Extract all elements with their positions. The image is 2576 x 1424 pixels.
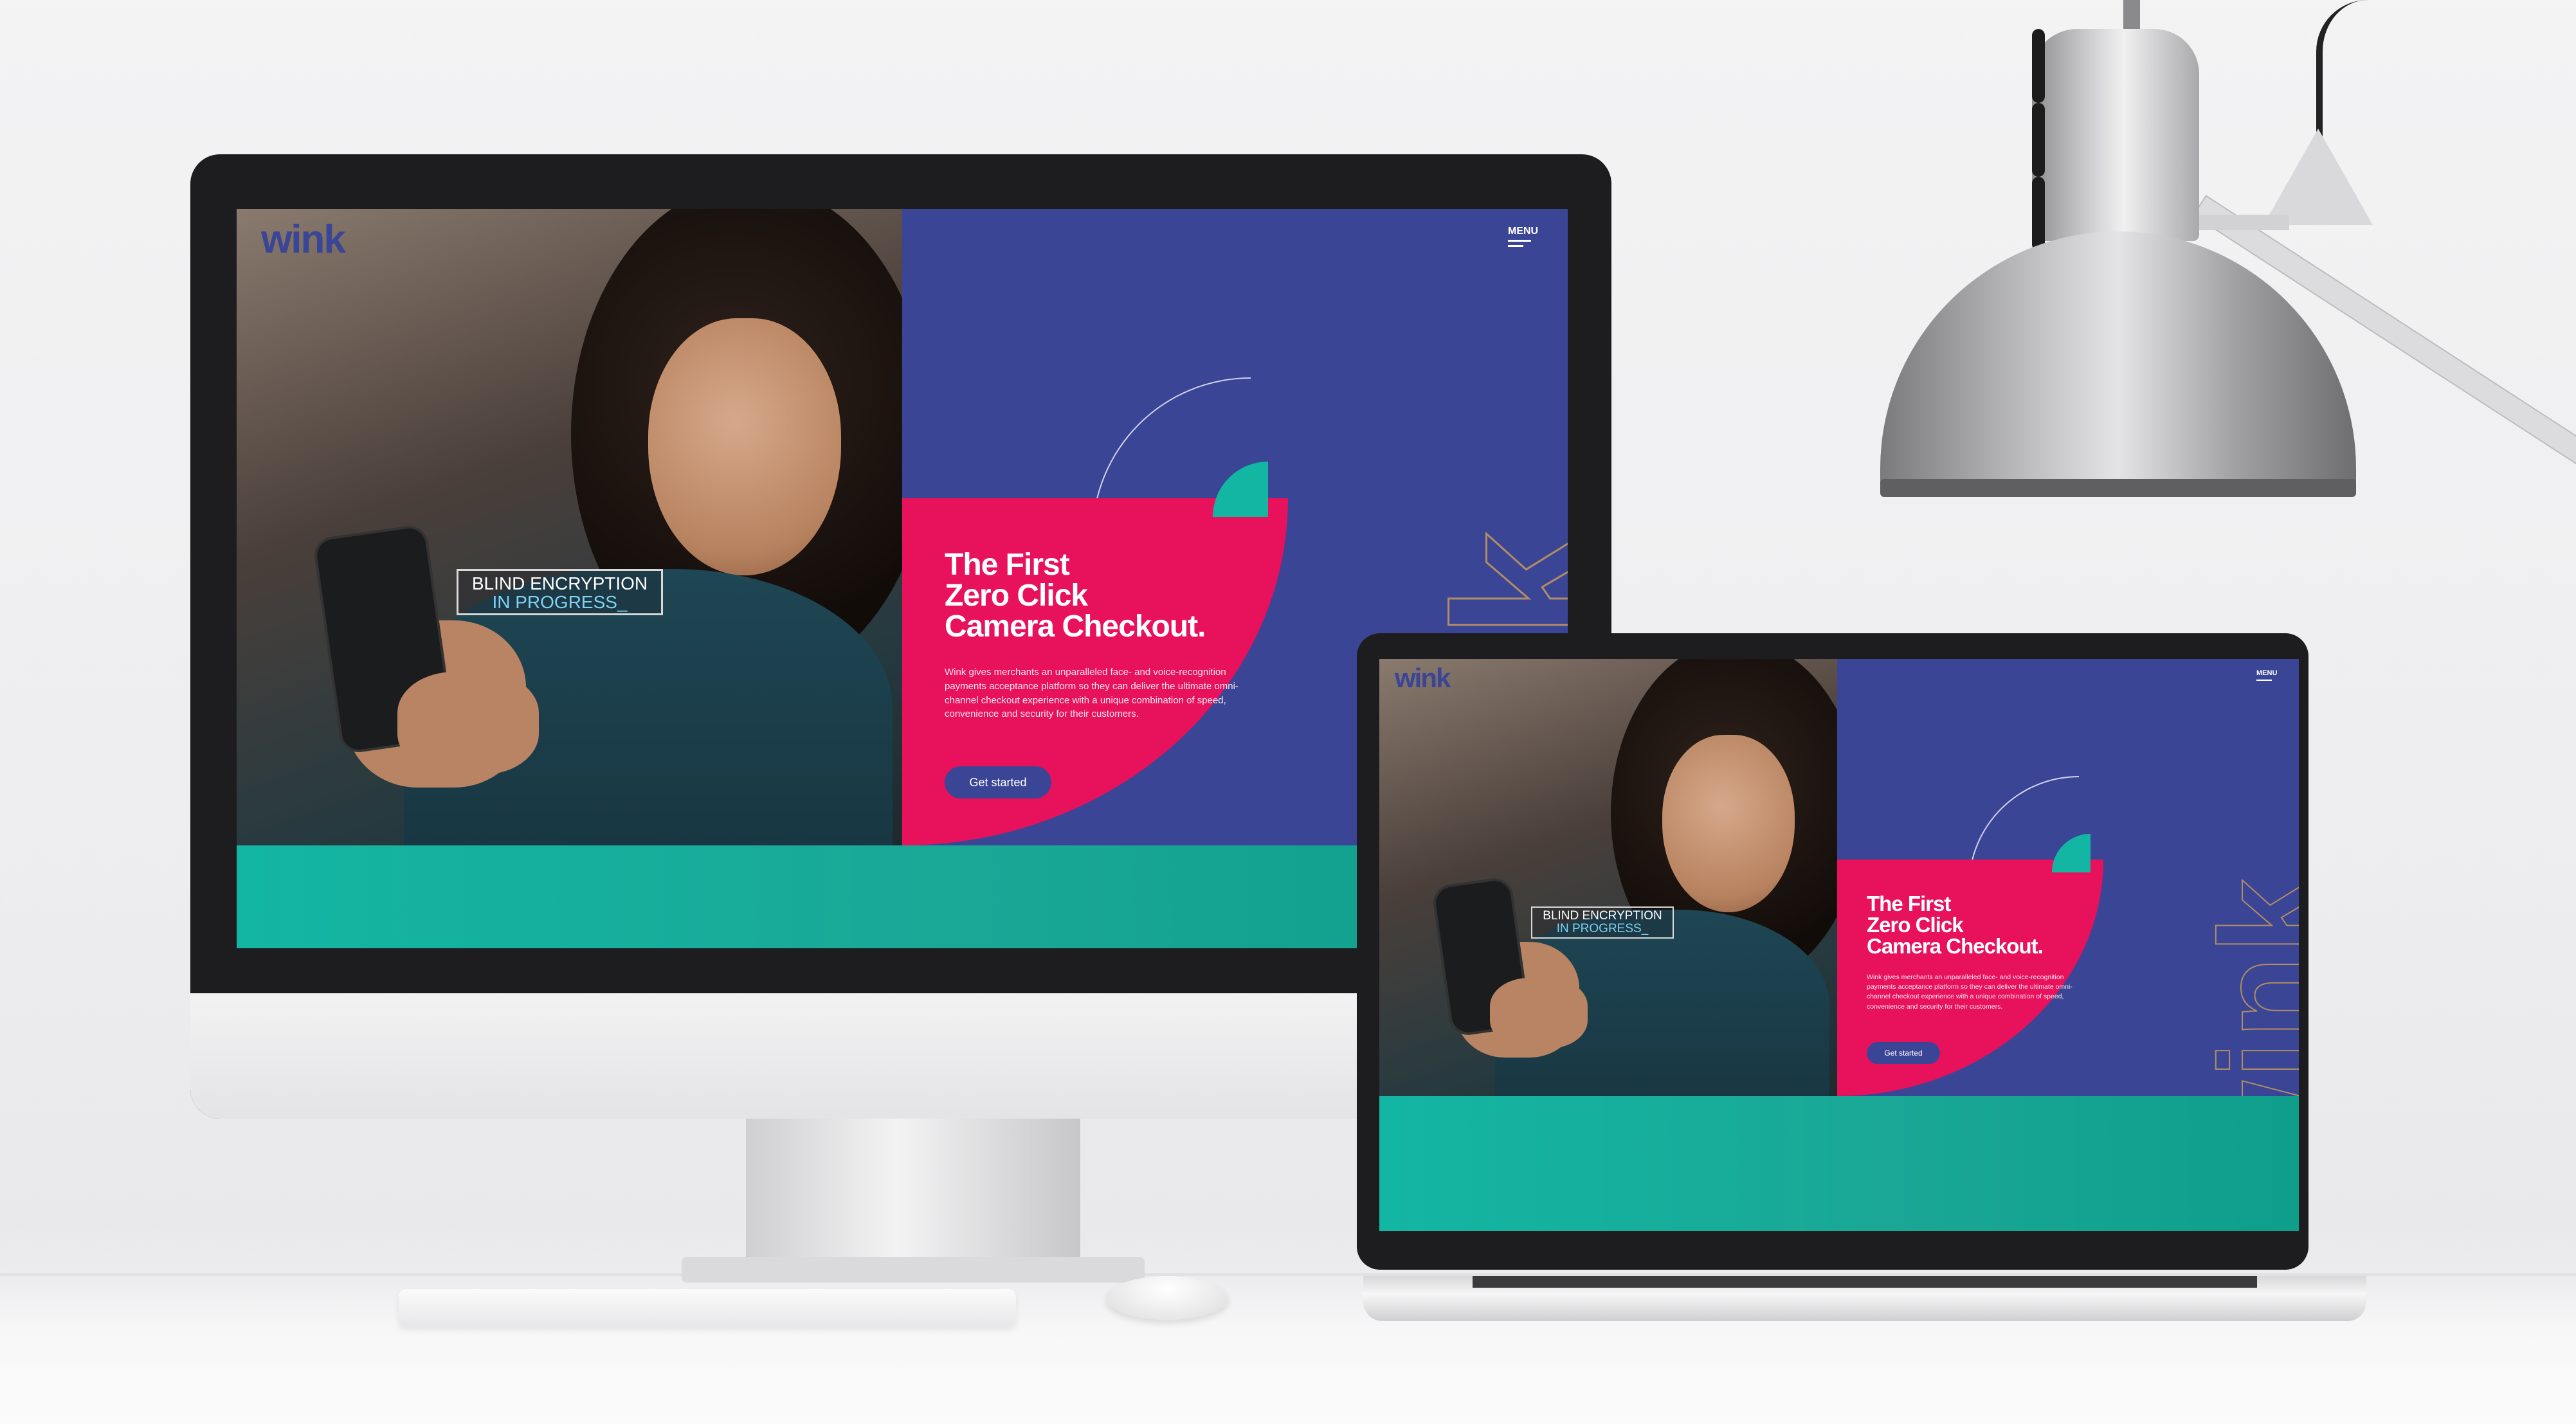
lamp-neck: [2032, 29, 2199, 399]
hero-title: The First Zero Click Camera Checkout.: [945, 548, 1206, 644]
hero-photo: wink BLIND ENCRYPTION IN PROGRESS_: [237, 209, 902, 845]
lamp-rim: [1880, 479, 2356, 497]
hero-title-line-2: Zero Click: [1867, 913, 1964, 937]
wink-logo[interactable]: wink: [261, 217, 346, 262]
encryption-badge: BLIND ENCRYPTION IN PROGRESS_: [1531, 906, 1674, 939]
get-started-button[interactable]: Get started: [1867, 1042, 1940, 1064]
imac-stand-foot: [682, 1257, 1145, 1283]
laptop-hero-right-panel: wink MENU The First Zero Click Camera Ch…: [1837, 659, 2299, 1096]
hero-title-line-3: Camera Checkout.: [1867, 934, 2044, 958]
wink-logo[interactable]: wink: [1395, 663, 1451, 694]
menu-underline: [1508, 245, 1523, 247]
hero-title-line-1: The First: [1867, 892, 1951, 915]
mouse: [1106, 1276, 1228, 1320]
menu-button[interactable]: MENU: [2256, 669, 2277, 677]
photo-fingers: [397, 672, 539, 775]
laptop-hero-photo: wink BLIND ENCRYPTION IN PROGRESS_: [1379, 659, 1837, 1096]
lamp-arm-bracket: [2199, 215, 2289, 230]
hero-title-line-1: The First: [945, 548, 1070, 582]
lamp-vent: [2032, 29, 2045, 103]
menu-button[interactable]: MENU: [1508, 226, 1538, 237]
badge-line-1: BLIND ENCRYPTION: [1543, 909, 1662, 923]
hero-description: Wink gives merchants an unparalleled fac…: [945, 667, 1238, 720]
photo-face: [1662, 735, 1795, 912]
hero-title-line-2: Zero Click: [945, 579, 1088, 613]
menu-underline: [2256, 680, 2272, 681]
lamp-vent: [2032, 177, 2045, 251]
badge-line-2: IN PROGRESS_: [1556, 921, 1649, 935]
get-started-button[interactable]: Get started: [945, 766, 1051, 798]
photo-fingers: [1490, 978, 1588, 1049]
lamp-vent: [2032, 103, 2045, 177]
wink-watermark: wink: [2191, 875, 2299, 1096]
encryption-badge: BLIND ENCRYPTION IN PROGRESS_: [457, 569, 663, 615]
hero-description: Wink gives merchants an unparalleled fac…: [1867, 973, 2073, 1011]
keyboard: [399, 1289, 1016, 1326]
hero-teal-band: [1379, 1096, 2299, 1231]
photo-face: [648, 318, 841, 575]
badge-line-1: BLIND ENCRYPTION: [471, 573, 648, 593]
hero-title: The First Zero Click Camera Checkout.: [1867, 892, 2044, 958]
laptop-hinge: [1473, 1276, 2257, 1288]
hero-title-line-3: Camera Checkout.: [945, 609, 1206, 644]
laptop-screen: wink BLIND ENCRYPTION IN PROGRESS_ wink …: [1379, 659, 2299, 1231]
menu-underline: [1508, 240, 1531, 242]
badge-line-2: IN PROGRESS_: [492, 592, 628, 613]
imac-stand: [746, 1119, 1080, 1266]
